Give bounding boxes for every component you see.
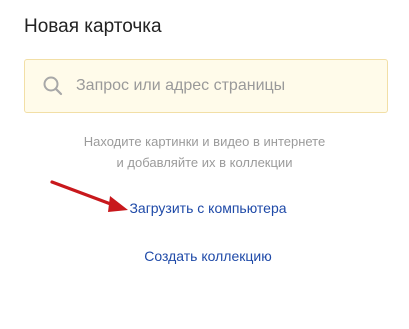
new-card-panel: Новая карточка Находите картинки и видео… [0, 0, 409, 329]
upload-from-computer-link[interactable]: Загрузить с компьютера [0, 200, 409, 216]
hint-text: Находите картинки и видео в интернете и … [0, 131, 409, 173]
create-collection-link[interactable]: Создать коллекцию [0, 248, 409, 264]
page-title: Новая карточка [24, 16, 162, 37]
search-box[interactable] [24, 59, 388, 113]
search-input[interactable] [76, 77, 376, 95]
search-icon [43, 76, 63, 96]
hint-line-1: Находите картинки и видео в интернете [83, 134, 326, 149]
